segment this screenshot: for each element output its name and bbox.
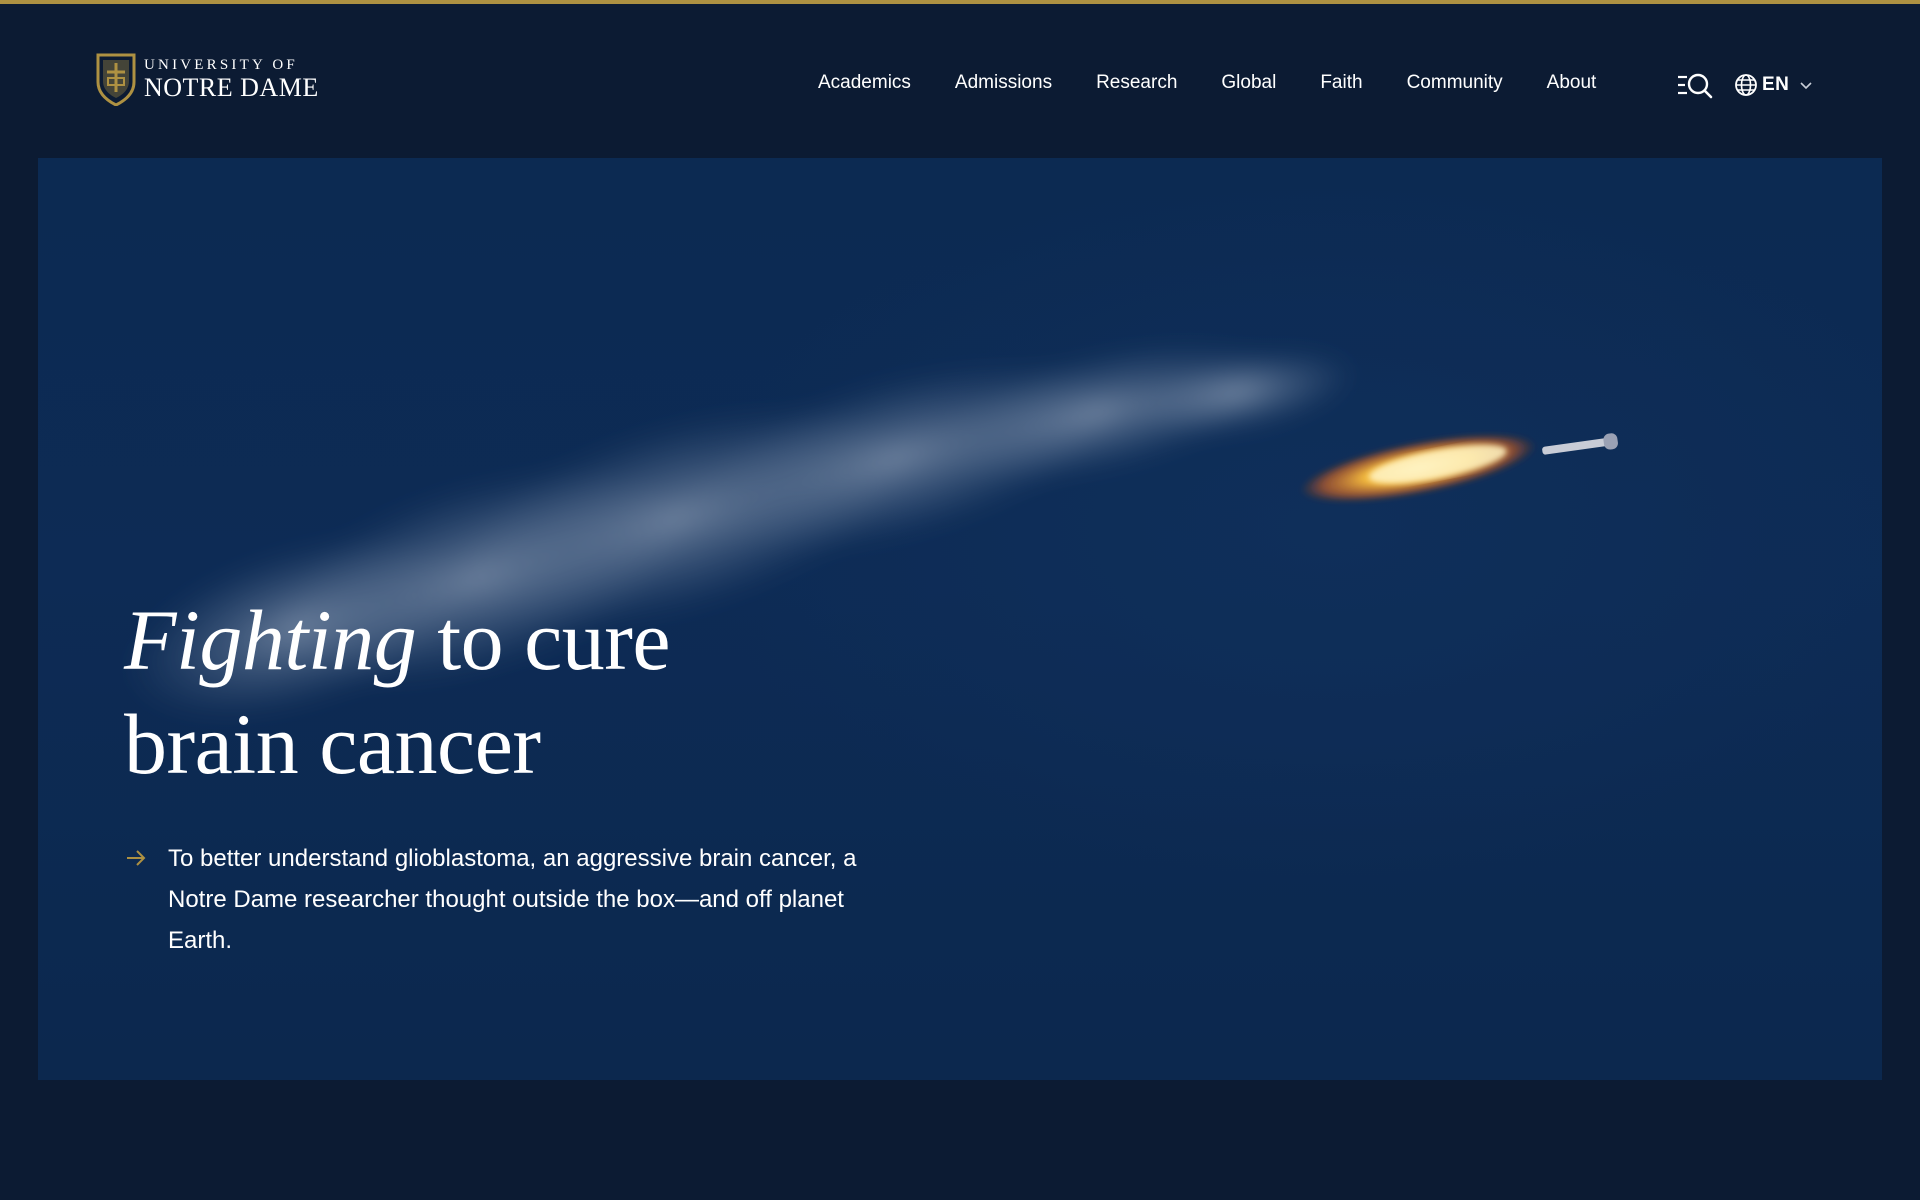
wordmark-line2: NOTRE DAME [144,72,319,102]
menu-search-button[interactable] [1676,70,1714,100]
nav-item-faith[interactable]: Faith [1320,70,1362,96]
language-selector[interactable]: EN [1734,73,1813,97]
arrow-right-icon [127,850,146,866]
nav-item-community[interactable]: Community [1407,70,1503,96]
nav-item-admissions[interactable]: Admissions [955,70,1052,96]
menu-search-icon [1678,73,1713,99]
university-wordmark: UNIVERSITY OF NOTRE DAME [144,56,319,102]
nav-item-about[interactable]: About [1547,70,1597,96]
university-logo-link[interactable]: UNIVERSITY OF NOTRE DAME [96,52,319,106]
headline-emphasis: Fighting [124,592,417,688]
chevron-down-icon [1800,82,1812,90]
nav-item-global[interactable]: Global [1221,70,1276,96]
main-navigation: Academics Admissions Research Global Fai… [818,70,1640,96]
hero-banner: Fighting to cure brain cancer To better … [38,158,1882,1080]
nav-item-academics[interactable]: Academics [818,70,911,96]
shield-crest-icon [96,53,136,106]
headline-line2: brain cancer [124,696,541,792]
hero-story-link[interactable]: To better understand glioblastoma, an ag… [168,838,868,961]
nav-item-research[interactable]: Research [1096,70,1177,96]
language-label: EN [1762,74,1790,95]
hero-content: Fighting to cure brain cancer To better … [124,588,884,961]
headline-rest: to cure [416,592,671,688]
globe-icon [1735,74,1757,96]
hero-summary: To better understand glioblastoma, an ag… [124,838,884,961]
site-header: UNIVERSITY OF NOTRE DAME Academics Admis… [0,4,1920,156]
header-tools: EN [1676,70,1813,100]
wordmark-line1: UNIVERSITY OF [144,56,298,73]
hero-headline: Fighting to cure brain cancer [124,588,884,796]
